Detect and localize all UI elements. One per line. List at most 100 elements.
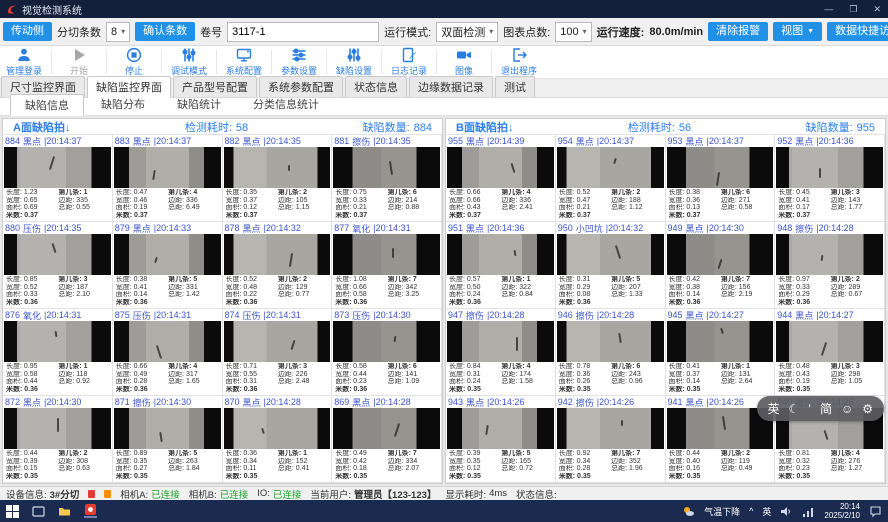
clock[interactable]: 20:14 2025/2/10	[824, 502, 860, 521]
defect-cell[interactable]: 876 氧化 |20:14:31 长度: 0.95 宽度: 0.58 面积: 0…	[3, 309, 113, 396]
defect-thumbnail[interactable]	[114, 147, 221, 188]
moon-icon[interactable]: ☾	[789, 403, 800, 415]
defect-cell[interactable]: 873 压伤 |20:14:30 长度: 0.58 宽度: 0.44 面积: 0…	[332, 309, 442, 396]
defect-thumbnail[interactable]	[4, 321, 111, 362]
defect-cell[interactable]: 943 黑点 |20:14:26 长度: 0.39 宽度: 0.35 面积: 0…	[446, 396, 556, 483]
start-button-icon[interactable]	[6, 505, 19, 518]
tab-1[interactable]: 缺陷监控界面	[87, 76, 171, 98]
defect-thumbnail[interactable]	[447, 321, 554, 362]
defect-cell[interactable]: 878 黑点 |20:14:32 长度: 0.52 宽度: 0.48 面积: 0…	[223, 222, 333, 309]
toolbar-button-sliders-h[interactable]: 参数设置	[277, 47, 321, 77]
defect-thumbnail[interactable]	[333, 147, 440, 188]
subtab-2[interactable]: 缺陷统计	[162, 93, 236, 115]
toolbar-button-log[interactable]: 日志记录	[387, 47, 431, 77]
weather-icon[interactable]	[682, 505, 695, 518]
close-icon[interactable]: ✕	[873, 4, 881, 15]
defect-thumbnail[interactable]	[776, 321, 883, 362]
chart-points-select[interactable]: 100▾	[555, 22, 591, 42]
emoji-icon[interactable]: ☺	[841, 403, 853, 415]
file-explorer-icon[interactable]	[58, 505, 71, 518]
data-quick-access-menu-button[interactable]: 数据快捷访问▼	[827, 22, 888, 41]
defect-thumbnail[interactable]	[776, 147, 883, 188]
tab-6[interactable]: 测试	[495, 76, 535, 97]
minimize-icon[interactable]: —	[824, 4, 833, 15]
defect-thumbnail[interactable]	[667, 321, 774, 362]
defect-thumbnail[interactable]	[333, 408, 440, 449]
toolbar-button-user[interactable]: 管理登录	[2, 47, 46, 77]
defect-thumbnail[interactable]	[557, 321, 664, 362]
defect-cell[interactable]: 950 小凹坑 |20:14:32 长度: 0.31 宽度: 0.29 面积: …	[556, 222, 666, 309]
defect-cell[interactable]: 953 黑点 |20:14:37 长度: 0.38 宽度: 0.36 面积: 0…	[666, 135, 776, 222]
toolbar-button-exit[interactable]: 退出程序	[497, 47, 541, 77]
defect-cell[interactable]: 946 擦伤 |20:14:28 长度: 0.78 宽度: 0.36 面积: 0…	[556, 309, 666, 396]
defect-thumbnail[interactable]	[557, 234, 664, 275]
defect-cell[interactable]: 952 黑点 |20:14:36 长度: 0.45 宽度: 0.41 面积: 0…	[775, 135, 885, 222]
defect-thumbnail[interactable]	[224, 321, 331, 362]
defect-cell[interactable]: 884 黑点 |20:14:37 长度: 1.23 宽度: 0.65 面积: 0…	[3, 135, 113, 222]
volume-icon[interactable]	[780, 505, 793, 518]
panel-a-title[interactable]: A面缺陷拍↓	[13, 119, 70, 135]
tab-4[interactable]: 状态信息	[345, 76, 407, 97]
detection-app-taskbar-icon[interactable]	[84, 505, 97, 518]
defect-cell[interactable]: 869 黑点 |20:14:28 长度: 0.49 宽度: 0.42 面积: 0…	[332, 396, 442, 483]
apostrophe-icon[interactable]: ’	[808, 403, 811, 415]
defect-thumbnail[interactable]	[114, 408, 221, 449]
toolbar-button-stop[interactable]: 停止	[112, 47, 156, 77]
toolbar-button-sliders-v2[interactable]: 缺陷设置	[332, 47, 376, 77]
task-view-icon[interactable]	[32, 505, 45, 518]
defect-thumbnail[interactable]	[333, 321, 440, 362]
ime-english-toggle[interactable]: 英	[768, 403, 780, 415]
defect-thumbnail[interactable]	[224, 234, 331, 275]
defect-cell[interactable]: 948 擦伤 |20:14:28 长度: 0.97 宽度: 0.33 面积: 0…	[775, 222, 885, 309]
defect-thumbnail[interactable]	[114, 321, 221, 362]
defect-cell[interactable]: 881 擦伤 |20:14:35 长度: 0.75 宽度: 0.33 面积: 0…	[332, 135, 442, 222]
defect-thumbnail[interactable]	[224, 147, 331, 188]
toolbar-button-camera[interactable]: 图像	[442, 47, 486, 77]
view-menu-button[interactable]: 视图▼	[773, 22, 822, 41]
panel-b-title[interactable]: B面缺陷拍↓	[456, 119, 513, 135]
defect-cell[interactable]: 871 擦伤 |20:14:30 长度: 0.89 宽度: 0.35 面积: 0…	[113, 396, 223, 483]
run-mode-select[interactable]: 双面检测▾	[436, 22, 498, 42]
defect-cell[interactable]: 879 黑点 |20:14:33 长度: 0.38 宽度: 0.41 面积: 0…	[113, 222, 223, 309]
toolbar-button-play[interactable]: 开始	[57, 47, 101, 77]
gear-icon[interactable]: ⚙	[862, 403, 873, 415]
defect-cell[interactable]: 945 黑点 |20:14:27 长度: 0.41 宽度: 0.37 面积: 0…	[666, 309, 776, 396]
slit-count-select[interactable]: 8▾	[106, 22, 130, 42]
defect-cell[interactable]: 880 压伤 |20:14:35 长度: 0.85 宽度: 0.52 面积: 0…	[3, 222, 113, 309]
defect-thumbnail[interactable]	[4, 147, 111, 188]
defect-thumbnail[interactable]	[447, 147, 554, 188]
defect-cell[interactable]: 882 黑点 |20:14:35 长度: 0.35 宽度: 0.37 面积: 0…	[223, 135, 333, 222]
defect-cell[interactable]: 955 黑点 |20:14:39 长度: 0.66 宽度: 0.66 面积: 0…	[446, 135, 556, 222]
defect-thumbnail[interactable]	[447, 408, 554, 449]
tray-expand-caret[interactable]: ^	[749, 506, 753, 516]
maximize-icon[interactable]: ❐	[849, 4, 857, 15]
toolbar-button-monitor[interactable]: 系统配置	[222, 47, 266, 77]
confirm-count-button[interactable]: 确认条数	[135, 22, 195, 41]
defect-thumbnail[interactable]	[776, 234, 883, 275]
defect-thumbnail[interactable]	[333, 234, 440, 275]
defect-cell[interactable]: 947 擦伤 |20:14:28 长度: 0.84 宽度: 0.31 面积: 0…	[446, 309, 556, 396]
defect-thumbnail[interactable]	[224, 408, 331, 449]
defect-cell[interactable]: 949 黑点 |20:14:30 长度: 0.42 宽度: 0.38 面积: 0…	[666, 222, 776, 309]
defect-thumbnail[interactable]	[4, 408, 111, 449]
clear-alarm-button[interactable]: 清除报警	[708, 22, 768, 41]
defect-thumbnail[interactable]	[114, 234, 221, 275]
defect-cell[interactable]: 874 压伤 |20:14:31 长度: 0.71 宽度: 0.55 面积: 0…	[223, 309, 333, 396]
defect-thumbnail[interactable]	[557, 408, 664, 449]
defect-cell[interactable]: 877 氧化 |20:14:31 长度: 1.08 宽度: 0.66 面积: 0…	[332, 222, 442, 309]
defect-cell[interactable]: 870 黑点 |20:14:28 长度: 0.36 宽度: 0.34 面积: 0…	[223, 396, 333, 483]
defect-cell[interactable]: 883 黑点 |20:14:37 长度: 0.47 宽度: 0.46 面积: 0…	[113, 135, 223, 222]
toolbar-button-sliders-v[interactable]: 调试模式	[167, 47, 211, 77]
roll-number-input[interactable]	[227, 22, 379, 42]
defect-thumbnail[interactable]	[667, 234, 774, 275]
defect-cell[interactable]: 951 黑点 |20:14:36 长度: 0.57 宽度: 0.50 面积: 0…	[446, 222, 556, 309]
ime-simplified-toggle[interactable]: 简	[820, 403, 832, 415]
defect-cell[interactable]: 944 黑点 |20:14:27 长度: 0.48 宽度: 0.43 面积: 0…	[775, 309, 885, 396]
defect-cell[interactable]: 942 擦伤 |20:14:26 长度: 0.92 宽度: 0.34 面积: 0…	[556, 396, 666, 483]
subtab-0[interactable]: 缺陷信息	[10, 94, 84, 116]
ime-indicator[interactable]: 英	[762, 505, 771, 518]
defect-cell[interactable]: 875 压伤 |20:14:31 长度: 0.66 宽度: 0.49 面积: 0…	[113, 309, 223, 396]
subtab-3[interactable]: 分类信息统计	[238, 93, 334, 115]
defect-cell[interactable]: 872 黑点 |20:14:30 长度: 0.44 宽度: 0.39 面积: 0…	[3, 396, 113, 483]
notification-center-icon[interactable]	[869, 505, 882, 518]
